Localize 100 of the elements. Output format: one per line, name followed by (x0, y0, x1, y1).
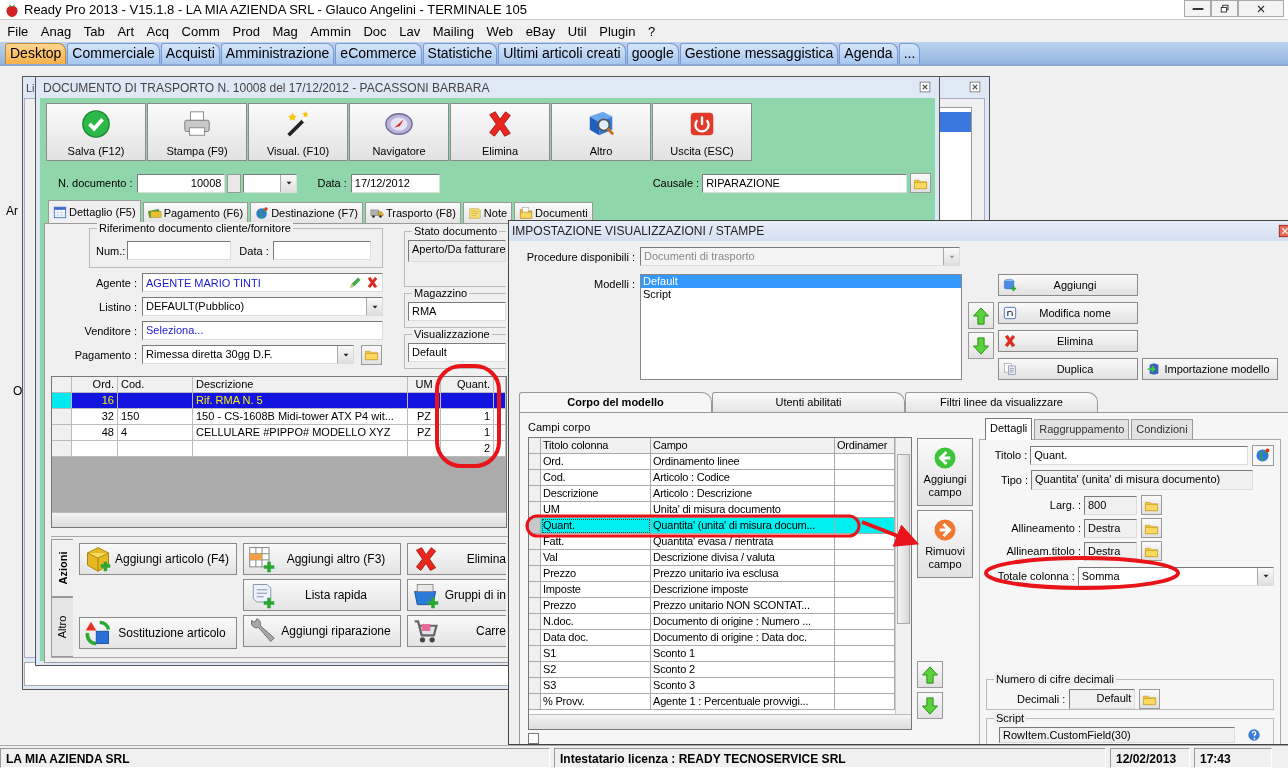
tab[interactable]: Ultimi articoli creati (498, 43, 626, 64)
menu-item[interactable]: Doc (357, 23, 393, 39)
menu-item[interactable]: Plugin (592, 23, 642, 39)
scrollbar[interactable] (529, 714, 911, 729)
action-button[interactable]: Lista rapida (243, 579, 401, 611)
toolbar-button[interactable]: Visual. (F10) (248, 103, 348, 161)
row-header[interactable] (529, 614, 541, 630)
row-header[interactable] (529, 646, 541, 662)
spin-button[interactable] (227, 173, 242, 193)
folder-button[interactable] (1139, 689, 1161, 709)
tab[interactable]: Destinazione (F7) (250, 202, 363, 223)
button[interactable]: Duplica (998, 358, 1138, 380)
tab[interactable]: Statistiche (422, 43, 498, 64)
menu-item[interactable]: Util (561, 23, 593, 39)
tab[interactable]: Pagamento (F6) (142, 202, 249, 223)
text-field[interactable]: Seleziona... (142, 321, 383, 340)
tab[interactable]: Altro (51, 597, 73, 657)
folder-button[interactable] (1141, 541, 1162, 562)
menu-item[interactable]: ? (641, 23, 662, 39)
menu-item[interactable]: Mailing (426, 23, 481, 39)
tab[interactable]: Amministrazione (220, 43, 335, 64)
tab[interactable]: Note (462, 202, 513, 223)
button[interactable]: Importazione modello (1142, 358, 1278, 380)
button[interactable]: Modifica nome (998, 302, 1138, 324)
menu-item[interactable]: Prod (226, 23, 267, 39)
action-button[interactable]: Gruppi di in (407, 579, 506, 611)
row-header[interactable] (529, 582, 541, 598)
tab[interactable]: google (626, 43, 679, 64)
checkbox[interactable] (528, 733, 539, 744)
text-field[interactable]: 17/12/2012 (350, 173, 440, 193)
tab[interactable]: Trasporto (F8) (364, 202, 461, 223)
menu-item[interactable]: Anag (34, 23, 78, 39)
text-field[interactable]: AGENTE MARIO TINTI (142, 273, 383, 292)
menu-item[interactable]: Comm (175, 23, 227, 39)
column-header[interactable]: Campo (651, 438, 835, 454)
toolbar-button[interactable]: Altro (551, 103, 651, 161)
text-field[interactable]: Default (1069, 689, 1136, 709)
button[interactable]: Aggiungi campo (917, 438, 973, 506)
toolbar-button[interactable]: Elimina (450, 103, 550, 161)
button[interactable]: Aggiungi (998, 274, 1138, 296)
text-field[interactable]: Destra (1084, 518, 1137, 538)
toolbar-button[interactable]: Uscita (ESC) (652, 103, 752, 161)
menu-item[interactable]: Lav (392, 23, 427, 39)
tab[interactable]: Condizioni (1131, 418, 1193, 439)
list-item[interactable]: Script (641, 288, 961, 301)
move-down-button[interactable] (968, 332, 994, 359)
dropdown[interactable]: Rimessa diretta 30gg D.F. (142, 345, 354, 364)
tab[interactable]: Commerciale (67, 43, 160, 64)
column-header[interactable]: Titolo colonna (541, 438, 651, 454)
tab[interactable]: Filtri linee da visualizzare (905, 392, 1098, 412)
tab[interactable]: Azioni (51, 539, 73, 597)
action-button[interactable]: Aggiungi altro (F3) (243, 543, 401, 575)
text-field[interactable]: Default (408, 343, 506, 362)
tab[interactable]: Dettaglio (F5) (48, 200, 141, 223)
close-button[interactable] (969, 81, 982, 94)
row-header[interactable] (529, 486, 541, 502)
action-button[interactable]: Sostituzione articolo (79, 617, 237, 649)
help-button[interactable] (1245, 727, 1263, 743)
tab[interactable]: Raggruppamento (1034, 418, 1130, 439)
minimize-button[interactable] (1184, 0, 1211, 17)
column-header[interactable]: Quant. (441, 377, 494, 393)
folder-button[interactable] (1141, 518, 1162, 539)
dropdown[interactable]: Somma (1077, 566, 1274, 586)
tab[interactable]: Gestione messaggistica (679, 43, 839, 64)
row-header[interactable] (529, 550, 541, 566)
toolbar-button[interactable]: Stampa (F9) (147, 103, 247, 161)
close-button[interactable] (919, 81, 932, 94)
toolbar-button[interactable]: Navigatore (349, 103, 449, 161)
row-header[interactable] (529, 502, 541, 518)
row-header[interactable] (529, 662, 541, 678)
close-button[interactable] (1278, 224, 1288, 238)
menu-item[interactable]: Tab (77, 23, 112, 39)
scrollbar[interactable] (52, 512, 506, 527)
folder-button[interactable] (361, 344, 382, 365)
button[interactable]: Rimuovi campo (917, 510, 973, 578)
text-field[interactable]: 800 (1084, 495, 1137, 515)
row-header[interactable] (529, 598, 541, 614)
toolbar-button[interactable]: Salva (F12) (46, 103, 146, 161)
text-field[interactable]: RMA (408, 302, 506, 321)
translate-button[interactable] (1252, 444, 1274, 466)
menu-item[interactable]: File (1, 23, 35, 39)
dropdown[interactable]: DEFAULT(Pubblico) (142, 297, 383, 316)
list-box[interactable]: Default Script (640, 274, 962, 380)
tab[interactable]: Utenti abilitati (712, 392, 905, 412)
scrollbar[interactable] (895, 438, 911, 714)
column-header[interactable]: Ordinamer (835, 438, 895, 454)
text-field[interactable] (127, 241, 232, 260)
move-down-button[interactable] (917, 692, 943, 719)
row-header[interactable] (52, 441, 72, 457)
maximize-button[interactable] (1211, 0, 1238, 17)
menu-item[interactable]: eBay (519, 23, 562, 39)
tab[interactable]: Corpo del modello (519, 392, 712, 412)
text-field[interactable]: Quant. (1030, 445, 1249, 465)
text-field[interactable] (272, 241, 371, 260)
folder-button[interactable] (1141, 495, 1162, 516)
action-button[interactable]: Aggiungi riparazione (243, 615, 401, 647)
row-header[interactable] (529, 454, 541, 470)
row-header[interactable] (529, 470, 541, 486)
text-field[interactable]: 10008 (136, 173, 226, 193)
menu-item[interactable]: Acq (140, 23, 176, 39)
